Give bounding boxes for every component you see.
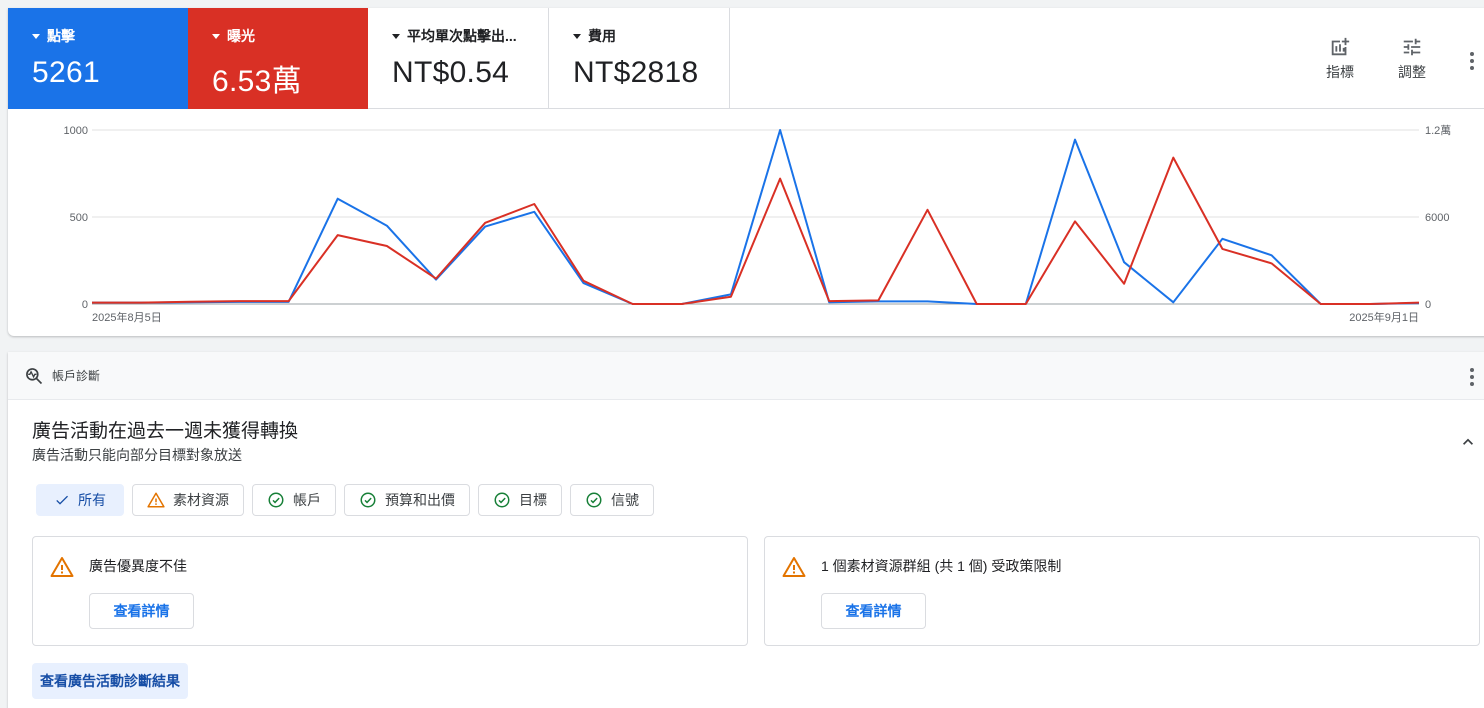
tune-icon (1403, 38, 1421, 56)
metric-label: 點擊 (47, 28, 75, 44)
metric-value: 6.53萬 (212, 65, 302, 98)
metric-tiles: 點擊 5261 曝光 6.53萬 平均單次點擊出... NT$0.54 費用 N… (8, 8, 1484, 109)
adjust-button[interactable]: 調整 (1387, 36, 1437, 82)
add-chart-icon (1331, 37, 1350, 56)
diagnostics-title: 廣告活動在過去一週未獲得轉換 (32, 421, 299, 442)
diagnostics-search-icon (26, 367, 43, 384)
chip-label: 帳戶 (293, 492, 321, 508)
x-tick-label: 2025年9月1日 (1349, 310, 1419, 324)
diagnostics-more-icon[interactable] (1470, 368, 1474, 389)
metrics-button-label: 指標 (1326, 64, 1354, 80)
performance-card: 點擊 5261 曝光 6.53萬 平均單次點擊出... NT$0.54 費用 N… (8, 8, 1484, 336)
check-circle-icon (494, 492, 510, 508)
diagnostics-card: 帳戶診斷 廣告活動在過去一週未獲得轉換 廣告活動只能向部分目標對象放送 所有 素… (8, 352, 1484, 708)
warning-icon (50, 557, 74, 577)
dropdown-caret-icon (573, 33, 581, 39)
chip-label: 目標 (519, 492, 547, 508)
performance-chart: 1000 1.2萬 500 6000 0 0 2025年8月5日 2025年9月1日 (64, 124, 1452, 324)
metric-tile-cost[interactable]: 費用 NT$2818 (549, 8, 730, 109)
y-right-tick-label: 6000 (1425, 212, 1449, 224)
series-line-impressions (92, 156, 1420, 305)
dropdown-caret-icon (32, 33, 40, 39)
diagnostics-header-label: 帳戶診斷 (52, 369, 101, 383)
issue-title: 1 個素材資源群組 (共 1 個) 受政策限制 (821, 558, 1062, 574)
metric-tile-avg-cpc[interactable]: 平均單次點擊出... NT$0.54 (368, 8, 549, 109)
view-details-button[interactable]: 查看詳情 (89, 593, 194, 629)
metric-tile-clicks[interactable]: 點擊 5261 (8, 8, 188, 109)
issue-title: 廣告優異度不佳 (89, 558, 187, 574)
y-left-tick-label: 0 (82, 299, 88, 311)
chip-goals[interactable]: 目標 (478, 484, 562, 516)
warning-icon (782, 557, 806, 577)
y-left-tick-label: 1000 (64, 125, 88, 137)
chip-label: 所有 (78, 492, 106, 508)
chip-account[interactable]: 帳戶 (252, 484, 336, 516)
warning-icon (147, 492, 165, 508)
chip-label: 預算和出價 (385, 492, 455, 508)
chip-budget-bidding[interactable]: 預算和出價 (344, 484, 470, 516)
metric-value: NT$2818 (573, 56, 699, 89)
metric-value: NT$0.54 (392, 56, 510, 89)
diagnostics-subtitle: 廣告活動只能向部分目標對象放送 (32, 447, 242, 463)
chip-label: 信號 (611, 492, 639, 508)
x-tick-label: 2025年8月5日 (92, 310, 162, 324)
check-circle-icon (268, 492, 284, 508)
check-icon (56, 495, 68, 505)
metric-label: 費用 (588, 28, 616, 44)
y-right-tick-label: 0 (1425, 299, 1431, 311)
chip-assets[interactable]: 素材資源 (132, 484, 244, 516)
metric-label: 平均單次點擊出... (407, 28, 517, 44)
issue-card-ad-strength: 廣告優異度不佳 查看詳情 (32, 536, 748, 646)
dropdown-caret-icon (212, 33, 220, 39)
metric-tile-impressions[interactable]: 曝光 6.53萬 (188, 8, 368, 109)
issue-card-policy: 1 個素材資源群組 (共 1 個) 受政策限制 查看詳情 (764, 536, 1480, 646)
metric-label: 曝光 (227, 28, 255, 44)
view-details-button[interactable]: 查看詳情 (821, 593, 926, 629)
dropdown-caret-icon (392, 33, 400, 39)
y-left-tick-label: 500 (70, 212, 88, 224)
adjust-button-label: 調整 (1398, 64, 1426, 80)
chip-all[interactable]: 所有 (36, 484, 124, 516)
chevron-up-icon[interactable] (1458, 432, 1478, 452)
metric-value: 5261 (32, 56, 100, 89)
filter-chips: 所有 素材資源 帳戶 預算和出價 目標 信號 (36, 484, 654, 516)
chip-label: 素材資源 (173, 492, 229, 508)
chip-signals[interactable]: 信號 (570, 484, 654, 516)
y-right-tick-label: 1.2萬 (1425, 124, 1451, 137)
view-campaign-diagnostics-button[interactable]: 查看廣告活動診斷結果 (32, 663, 188, 699)
metrics-button[interactable]: 指標 (1315, 36, 1365, 82)
check-circle-icon (360, 492, 376, 508)
check-circle-icon (586, 492, 602, 508)
diagnostics-header: 帳戶診斷 (8, 352, 1484, 400)
more-options-icon[interactable] (1470, 52, 1474, 73)
